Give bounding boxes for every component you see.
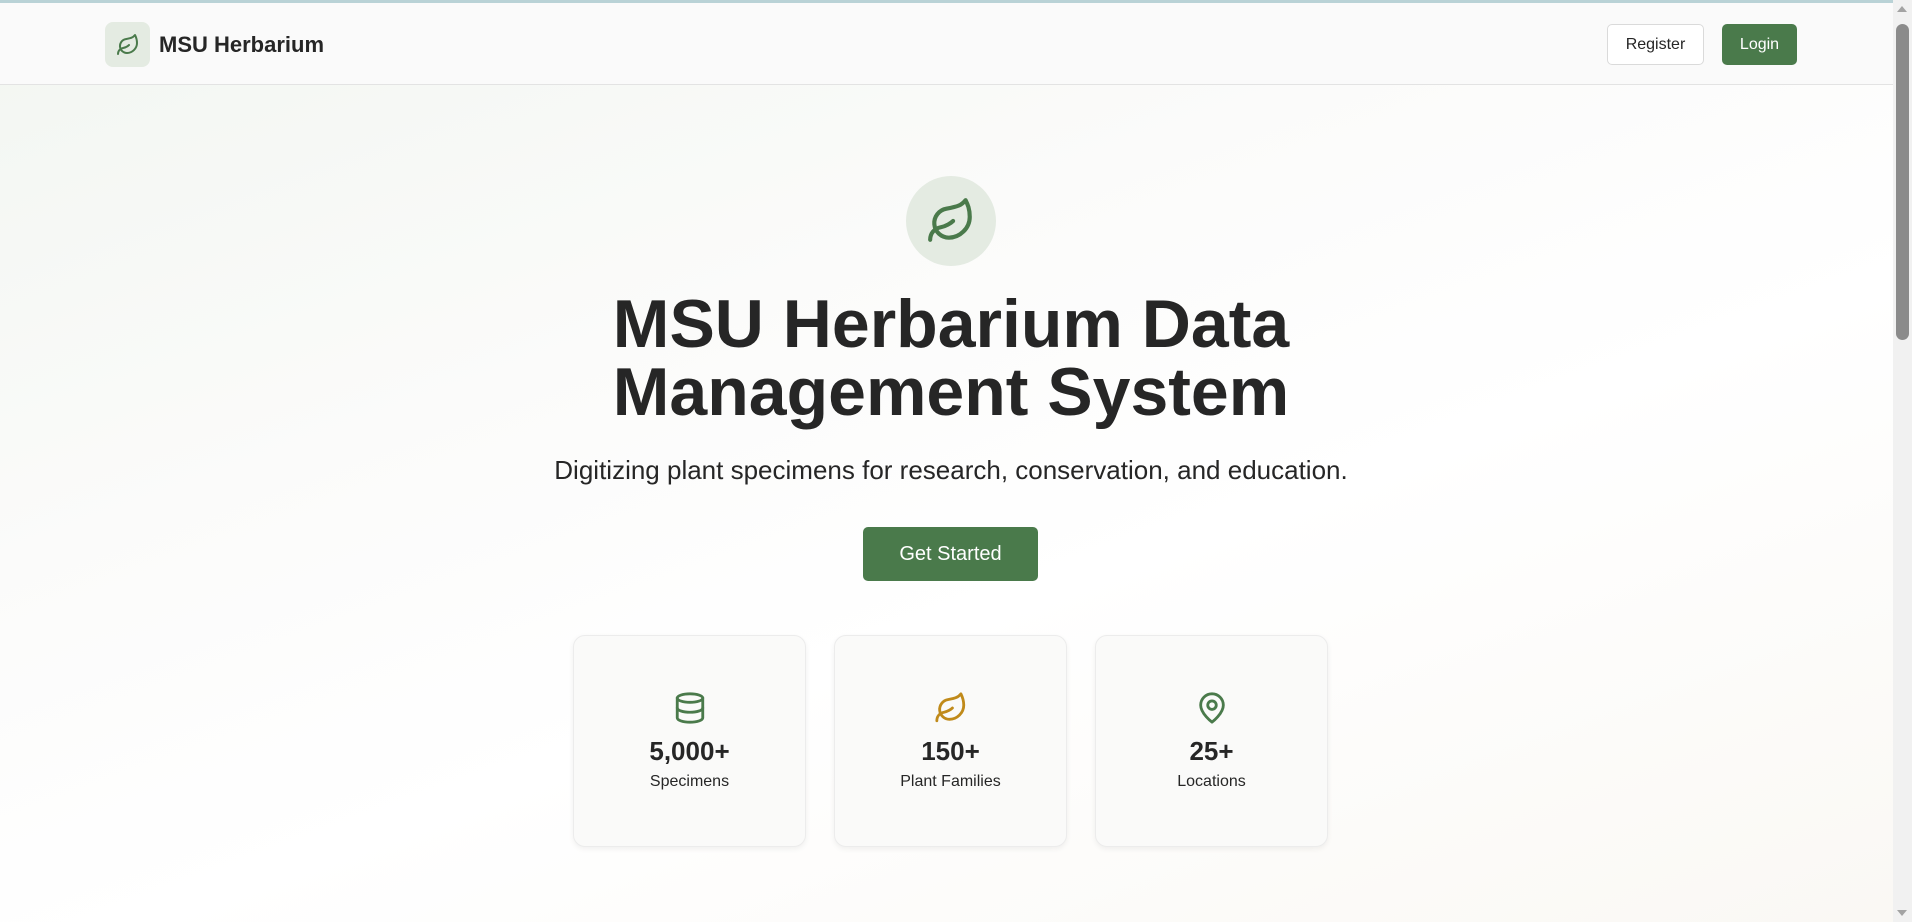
get-started-button[interactable]: Get Started	[863, 527, 1038, 581]
page-title: MSU Herbarium Data Management System	[456, 290, 1446, 426]
vertical-scrollbar[interactable]	[1893, 0, 1912, 922]
leaf-icon	[105, 22, 150, 67]
database-icon	[574, 691, 805, 727]
stat-value: 150+	[921, 736, 980, 766]
scrollbar-thumb[interactable]	[1896, 24, 1909, 340]
scroll-up-arrow-icon[interactable]	[1897, 6, 1907, 12]
login-button[interactable]: Login	[1722, 24, 1797, 65]
leaf-icon	[906, 176, 996, 266]
hero-subtitle: Digitizing plant specimens for research,…	[554, 455, 1348, 485]
stat-label: Plant Families	[900, 773, 1001, 790]
page-title-line-2: Management System	[612, 354, 1290, 430]
stat-label: Locations	[1177, 773, 1246, 790]
stat-label: Specimens	[649, 773, 730, 790]
scroll-down-arrow-icon[interactable]	[1897, 910, 1907, 916]
brand-name: MSU Herbarium	[159, 31, 325, 57]
stat-card-specimens: 5,000+ Specimens	[573, 635, 806, 847]
register-button[interactable]: Register	[1607, 24, 1704, 65]
stat-card-plant-families: 150+ Plant Families	[834, 635, 1067, 847]
leaf-icon	[835, 691, 1066, 727]
page-title-line-1: MSU Herbarium Data	[612, 286, 1290, 362]
brand-link[interactable]: MSU Herbarium	[105, 22, 324, 67]
stat-value: 5,000+	[649, 736, 730, 766]
site-header: MSU Herbarium Register Login	[0, 3, 1893, 85]
map-pin-icon	[1096, 691, 1327, 727]
stat-value: 25+	[1189, 736, 1234, 766]
stat-card-locations: 25+ Locations	[1095, 635, 1328, 847]
